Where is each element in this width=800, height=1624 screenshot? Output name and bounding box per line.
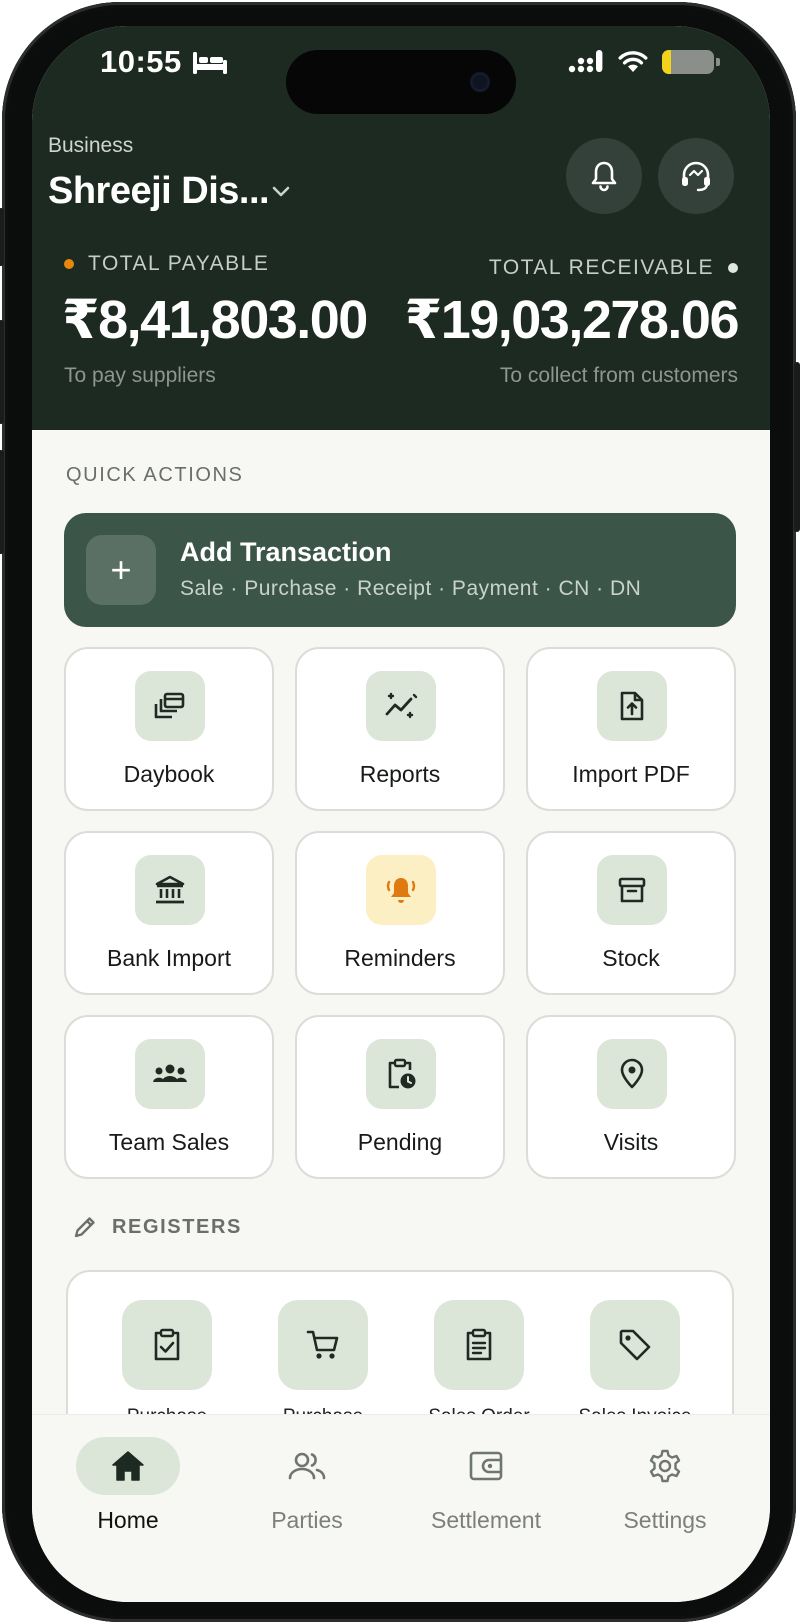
tile-label: Bank Import <box>107 945 231 971</box>
reports-icon <box>385 692 418 719</box>
screen: 10:55 Business Shreeji Dis... TOTAL PAYA… <box>32 26 770 1602</box>
total-payable-amount[interactable]: ₹8,41,803.00 <box>62 288 368 351</box>
clipboard-check-icon <box>154 1328 180 1361</box>
import-pdf-icon <box>620 691 644 721</box>
notifications-button[interactable] <box>566 138 642 214</box>
tile-label: Team Sales <box>108 1129 230 1155</box>
tile-stock[interactable]: Stock <box>526 831 736 995</box>
tile-team-sales[interactable]: Team Sales <box>64 1015 274 1179</box>
header: 10:55 Business Shreeji Dis... TOTAL PAYA… <box>32 26 770 430</box>
register-purchase-order[interactable]: Purchase <box>278 1300 368 1428</box>
tile-daybook[interactable]: Daybook <box>64 647 274 811</box>
tile-label: Import PDF <box>572 761 690 787</box>
tile-pending[interactable]: Pending <box>295 1015 505 1179</box>
total-receivable-label: TOTAL RECEIVABLE <box>489 256 738 280</box>
parties-icon <box>288 1452 326 1480</box>
add-transaction-button[interactable]: + Add Transaction Sale · Purchase · Rece… <box>64 513 736 627</box>
quick-actions-heading: QUICK ACTIONS <box>66 464 244 486</box>
wifi-icon <box>618 51 648 72</box>
bank-icon <box>155 875 185 904</box>
total-payable-label: TOTAL PAYABLE <box>64 252 269 276</box>
gear-icon <box>649 1449 681 1483</box>
nav-label: Home <box>97 1507 159 1533</box>
tile-visits[interactable]: Visits <box>526 1015 736 1179</box>
status-time: 10:55 <box>100 44 182 79</box>
archive-box-icon <box>618 877 646 903</box>
power-button <box>794 362 800 532</box>
total-receivable-amount[interactable]: ₹19,03,278.06 <box>405 288 740 351</box>
volume-down-button <box>0 450 4 554</box>
tag-icon <box>619 1329 651 1361</box>
clipboard-list-icon <box>466 1328 492 1361</box>
total-payable-sub: To pay suppliers <box>64 364 216 387</box>
cart-icon <box>306 1330 339 1359</box>
action-button <box>0 208 4 266</box>
daybook-icon <box>154 692 185 719</box>
support-button[interactable] <box>658 138 734 214</box>
business-name[interactable]: Shreeji Dis... <box>48 170 270 213</box>
register-sales-order[interactable]: Sales Order <box>428 1300 530 1428</box>
plus-icon: + <box>86 535 156 605</box>
register-sales-invoice[interactable]: Sales Invoice <box>578 1300 692 1428</box>
pencil-icon <box>74 1217 95 1238</box>
nav-label: Parties <box>271 1507 343 1533</box>
tile-bank-import[interactable]: Bank Import <box>64 831 274 995</box>
nav-parties[interactable]: Parties <box>237 1437 377 1534</box>
nav-label: Settlement <box>431 1507 541 1533</box>
register-purchase[interactable]: Purchase <box>122 1300 212 1428</box>
tile-reports[interactable]: Reports <box>295 647 505 811</box>
status-icons <box>568 50 720 74</box>
battery-icon <box>662 50 720 74</box>
bell-icon <box>591 161 617 192</box>
location-pin-icon <box>620 1058 644 1089</box>
nav-home[interactable]: Home <box>58 1437 198 1534</box>
wallet-icon <box>469 1451 503 1481</box>
dynamic-island <box>286 50 516 114</box>
tile-label: Stock <box>602 945 660 971</box>
tile-reminders[interactable]: Reminders <box>295 831 505 995</box>
nav-label: Settings <box>623 1507 707 1533</box>
bottom-nav: Home Parties Settlement Settings <box>32 1414 770 1602</box>
nav-settings[interactable]: Settings <box>595 1437 735 1534</box>
home-icon <box>112 1451 144 1481</box>
volume-up-button <box>0 320 4 424</box>
business-label: Business <box>48 134 134 157</box>
cellular-signal-icon <box>568 50 603 73</box>
tile-label: Pending <box>357 1129 443 1155</box>
nav-settlement[interactable]: Settlement <box>416 1437 556 1534</box>
clipboard-clock-icon <box>388 1058 416 1089</box>
total-receivable-sub: To collect from customers <box>499 364 738 387</box>
headset-icon <box>682 161 710 192</box>
add-transaction-subtitle: Sale · Purchase · Receipt · Payment · CN… <box>180 577 642 600</box>
team-icon <box>153 1064 187 1082</box>
tile-label: Reminders <box>344 945 456 971</box>
tile-import-pdf[interactable]: Import PDF <box>526 647 736 811</box>
phone-frame: 10:55 Business Shreeji Dis... TOTAL PAYA… <box>0 2 800 1622</box>
bell-ringing-icon <box>386 878 416 903</box>
tile-label: Visits <box>603 1129 659 1155</box>
payable-dot <box>64 259 74 269</box>
chevron-down-icon[interactable] <box>268 178 294 204</box>
add-transaction-title: Add Transaction <box>180 537 392 567</box>
registers-heading: REGISTERS <box>112 1216 242 1238</box>
tile-label: Reports <box>359 761 441 787</box>
tile-label: Daybook <box>123 761 215 787</box>
receivable-dot <box>728 263 738 273</box>
sleep-focus-icon <box>193 52 227 74</box>
